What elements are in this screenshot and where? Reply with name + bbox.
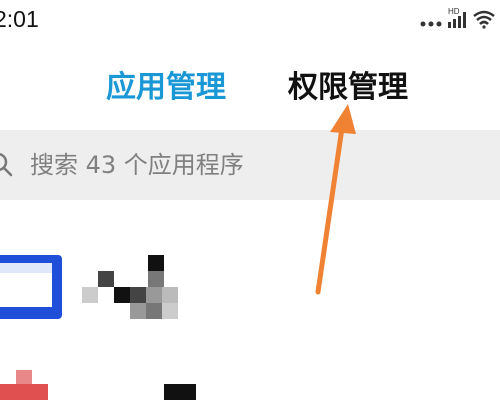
more-dots-icon <box>420 21 442 27</box>
wifi-icon <box>473 10 495 29</box>
app-name-obscured <box>164 384 196 400</box>
search-icon <box>0 152 13 177</box>
status-icons: HD <box>420 7 495 29</box>
search-bar[interactable] <box>0 130 500 200</box>
tab-app-management[interactable]: 应用管理 <box>106 62 226 106</box>
list-item[interactable] <box>0 368 500 400</box>
app-icon <box>0 255 62 319</box>
status-time: 2:01 <box>0 6 39 32</box>
list-item[interactable] <box>0 250 500 330</box>
tab-permission-management[interactable]: 权限管理 <box>288 62 408 106</box>
app-icon <box>0 370 48 400</box>
search-input[interactable] <box>30 146 470 184</box>
status-bar: 2:01 HD <box>0 0 500 40</box>
signal-icon: HD <box>448 7 466 28</box>
tab-bar: 应用管理 权限管理 <box>0 62 500 112</box>
network-badge: HD <box>448 7 460 16</box>
annotation-arrow <box>315 104 356 295</box>
app-name-obscured <box>82 255 178 319</box>
